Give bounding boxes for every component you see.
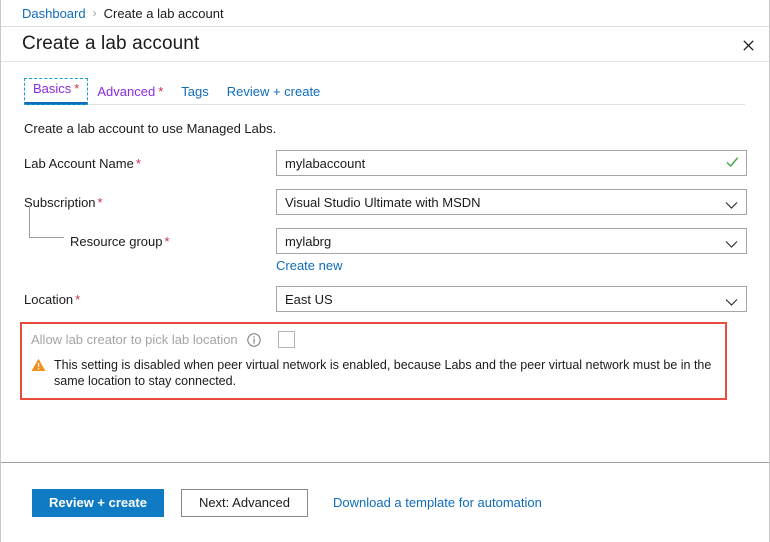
- blade-footer: Review + create Next: Advanced Download …: [1, 462, 769, 542]
- chevron-down-icon: [725, 237, 738, 252]
- location-value: East US: [285, 291, 333, 307]
- breadcrumb-separator-icon: ›: [92, 6, 97, 20]
- tab-tags-label: Tags: [181, 84, 209, 99]
- tab-tags[interactable]: Tags: [172, 81, 217, 105]
- field-row-location: Location * East US: [1, 286, 769, 312]
- blade-title-bar: Create a lab account: [1, 27, 769, 62]
- tab-advanced-required: *: [158, 84, 164, 99]
- location-dropdown[interactable]: East US: [276, 286, 747, 312]
- label-location: Location *: [24, 292, 81, 307]
- page-title: Create a lab account: [22, 33, 200, 54]
- review-create-button[interactable]: Review + create: [32, 488, 164, 517]
- warning-message: This setting is disabled when peer virtu…: [27, 357, 715, 389]
- field-row-resource-group: Resource group * mylabrg Create new: [1, 206, 769, 273]
- resource-group-dropdown[interactable]: mylabrg: [276, 228, 747, 254]
- tab-advanced-label: Advanced: [97, 84, 156, 99]
- warning-triangle-icon: [31, 358, 46, 375]
- chevron-down-icon: [725, 198, 738, 213]
- label-lab-account-name: Lab Account Name *: [24, 156, 141, 171]
- label-allow-lab-creator-pick-location: Allow lab creator to pick lab location: [31, 332, 238, 347]
- close-icon[interactable]: [735, 33, 761, 57]
- tab-basics-label: Basics: [33, 81, 72, 96]
- field-row-lab-account-name: Lab Account Name * mylabaccount: [1, 150, 769, 176]
- tab-basics-required: *: [74, 81, 80, 96]
- subscription-dropdown[interactable]: Visual Studio Ultimate with MSDN: [276, 189, 747, 215]
- breadcrumb-current: Create a lab account: [103, 5, 224, 21]
- hierarchy-connector: [29, 206, 64, 238]
- download-template-link[interactable]: Download a template for automation: [333, 495, 542, 510]
- lab-account-name-value: mylabaccount: [285, 155, 366, 171]
- tab-bar: Basics * Advanced * Tags Review + create: [1, 78, 769, 105]
- label-resource-group: Resource group *: [24, 206, 276, 249]
- lab-account-name-input[interactable]: mylabaccount: [276, 150, 747, 176]
- allow-lab-creator-checkbox[interactable]: [277, 331, 295, 348]
- next-advanced-button[interactable]: Next: Advanced: [180, 488, 308, 517]
- disabled-setting-highlight: Allow lab creator to pick lab location T…: [20, 322, 727, 400]
- tab-review-create[interactable]: Review + create: [218, 81, 330, 105]
- checkmark-icon: [726, 156, 739, 171]
- form-body: Lab Account Name * mylabaccount Subscript…: [1, 136, 769, 414]
- tab-basics[interactable]: Basics *: [24, 78, 89, 105]
- highlight-wrapper: Allow lab creator to pick lab location T…: [1, 322, 769, 414]
- resource-group-value: mylabrg: [285, 233, 332, 249]
- allow-lab-creator-row: Allow lab creator to pick lab location: [27, 331, 715, 348]
- breadcrumb: Dashboard › Create a lab account: [1, 0, 769, 27]
- form-description: Create a lab account to use Managed Labs…: [24, 121, 277, 136]
- field-row-subscription: Subscription * Visual Studio Ultimate wit…: [1, 189, 769, 215]
- info-icon[interactable]: [246, 332, 261, 347]
- create-new-resource-group-link[interactable]: Create new: [276, 258, 342, 273]
- create-lab-account-blade: Dashboard › Create a lab account Create …: [0, 0, 770, 542]
- breadcrumb-link-dashboard[interactable]: Dashboard: [22, 6, 86, 21]
- chevron-down-icon: [725, 295, 738, 310]
- tab-review-create-label: Review + create: [226, 84, 321, 99]
- subscription-value: Visual Studio Ultimate with MSDN: [285, 194, 481, 210]
- warning-text: This setting is disabled when peer virtu…: [54, 358, 712, 388]
- tab-advanced[interactable]: Advanced *: [88, 81, 172, 105]
